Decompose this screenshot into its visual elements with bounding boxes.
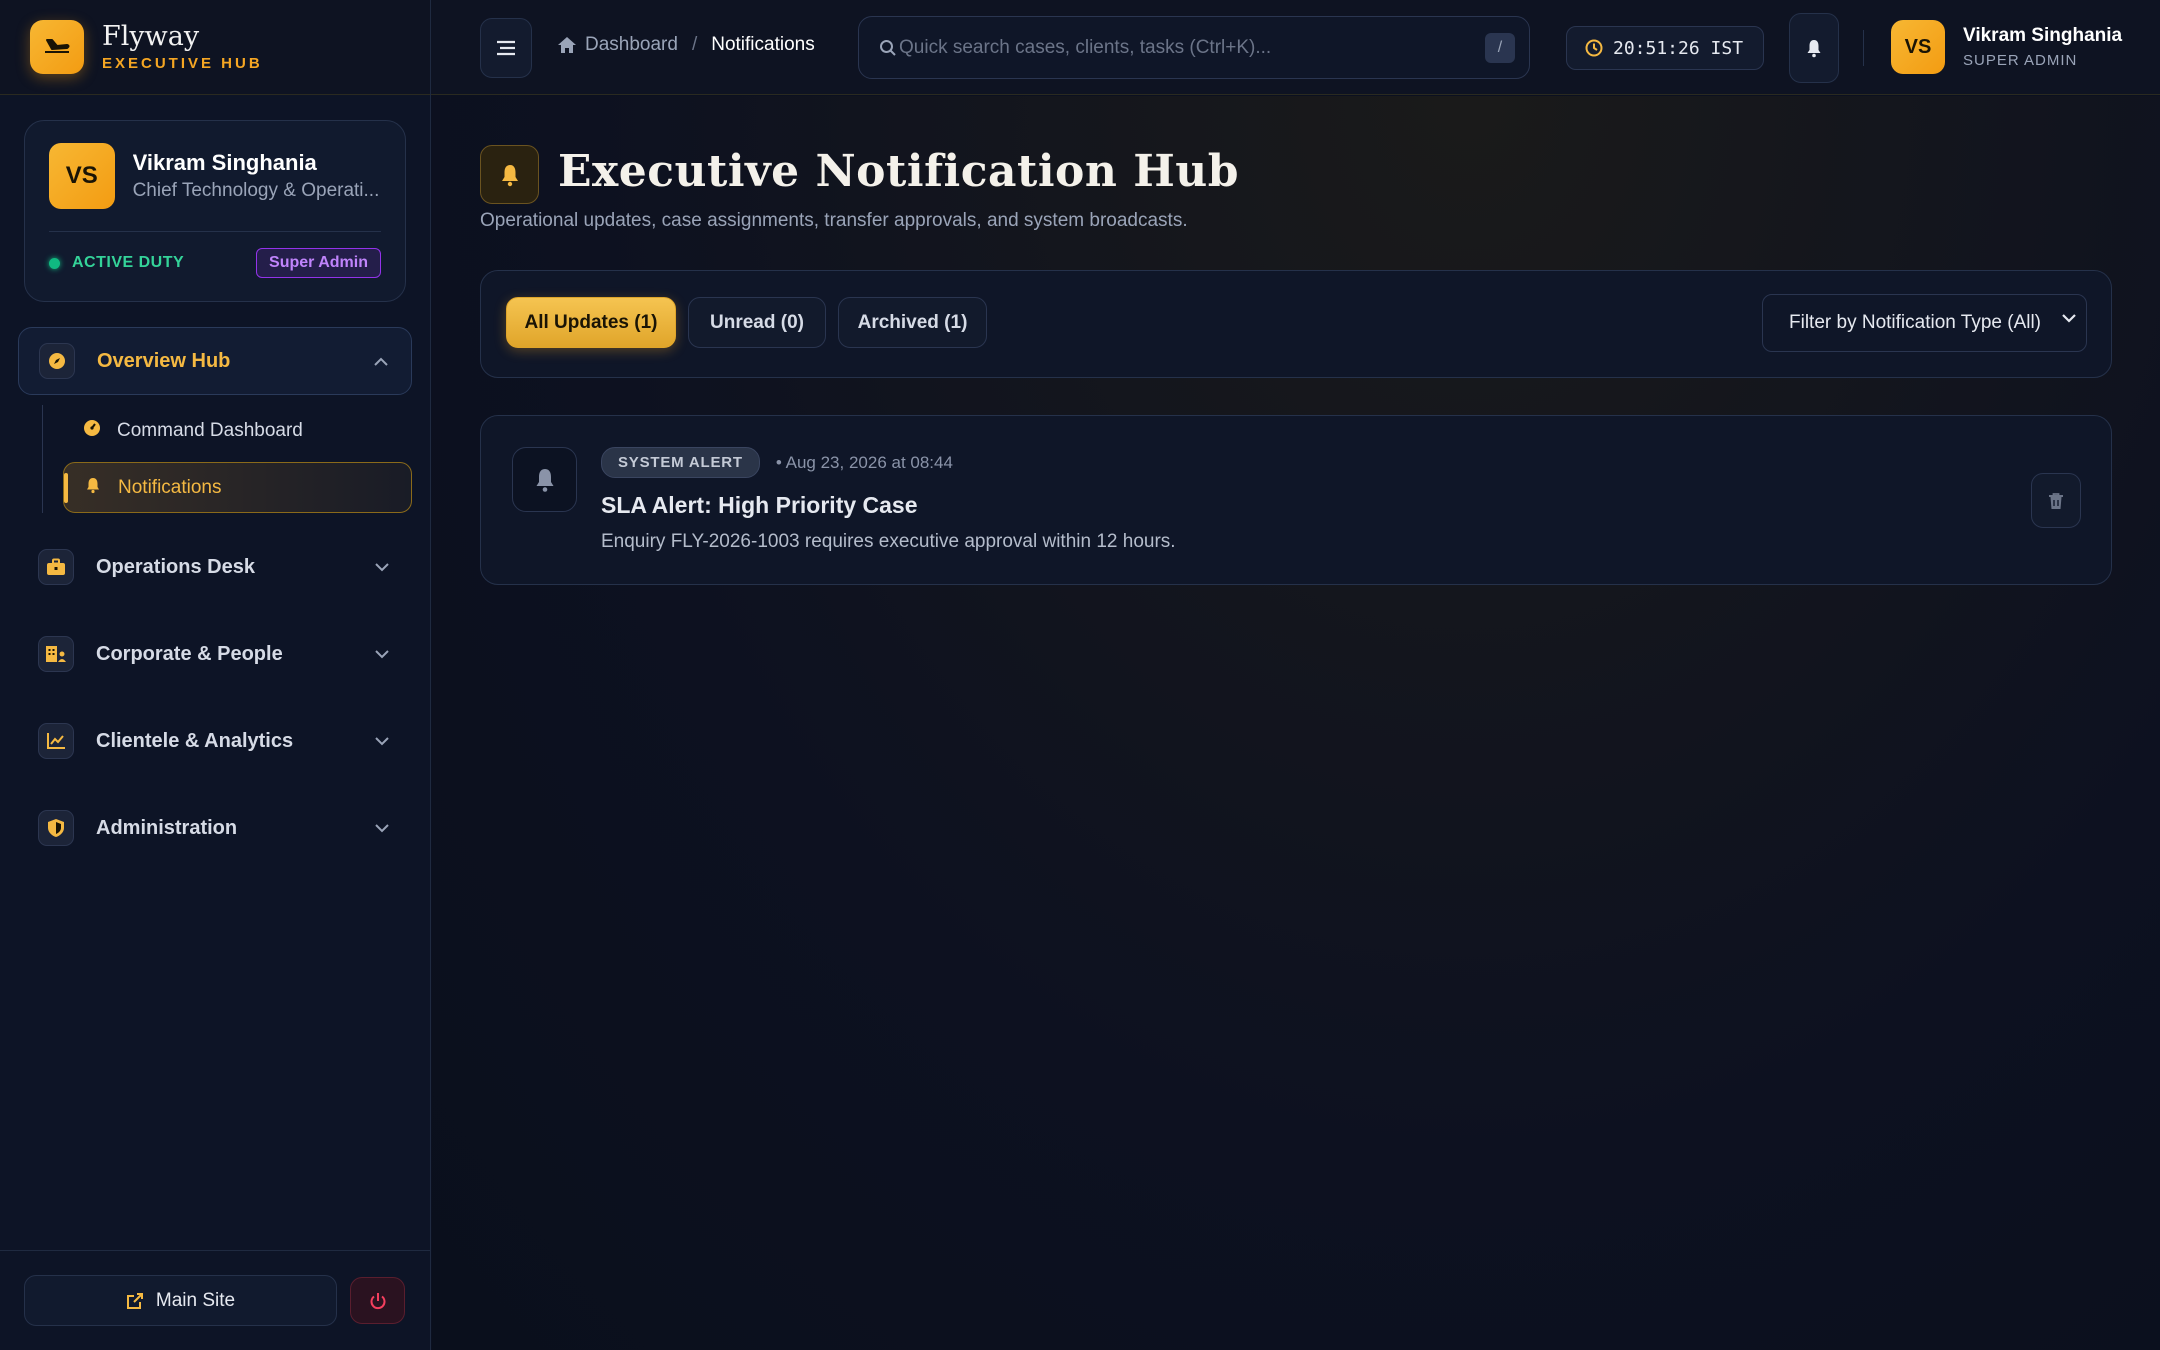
clock-icon xyxy=(1585,39,1603,57)
main-site-label: Main Site xyxy=(155,1289,236,1311)
status-dot-icon xyxy=(49,257,60,269)
breadcrumb-home[interactable]: Dashboard xyxy=(557,34,678,56)
tab-all-updates[interactable]: All Updates (1) xyxy=(506,297,676,348)
bell-icon xyxy=(512,447,577,512)
filter-bar: All Updates (1) Unread (0) Archived (1) … xyxy=(480,270,2112,378)
breadcrumb-home-label: Dashboard xyxy=(585,34,678,55)
nav-group-operations-desk[interactable]: Operations Desk xyxy=(18,533,412,601)
brand-name: Flyway xyxy=(102,20,200,52)
chevron-down-icon xyxy=(372,818,392,838)
clock: 20:51:26 IST xyxy=(1566,26,1764,70)
page-title: Executive Notification Hub xyxy=(558,146,1240,197)
notification-type-badge: SYSTEM ALERT xyxy=(601,447,760,478)
sidebar-item-label: Notifications xyxy=(118,476,222,498)
notification-body: Enquiry FLY-2026-1003 requires executive… xyxy=(601,531,1176,552)
chevron-down-icon xyxy=(372,644,392,664)
nav-group-overview-hub[interactable]: Overview Hub xyxy=(18,327,412,395)
nav-group-corporate-people[interactable]: Corporate & People xyxy=(18,620,412,688)
notification-type-select[interactable]: Filter by Notification Type (All) xyxy=(1762,294,2087,352)
notification-type-value: Filter by Notification Type (All) xyxy=(1789,312,2042,333)
avatar: VS xyxy=(49,143,115,209)
breadcrumb: Dashboard / Notifications xyxy=(557,34,815,56)
profile-card: VS Vikram Singhania Chief Technology & O… xyxy=(24,120,406,302)
divider xyxy=(1863,30,1864,66)
avatar: VS xyxy=(1891,20,1945,74)
nav-group-label: Administration xyxy=(96,816,238,839)
bell-icon xyxy=(480,145,539,204)
home-icon xyxy=(558,37,576,53)
nav-group-label: Operations Desk xyxy=(96,555,255,578)
nav-group-label: Overview Hub xyxy=(97,349,231,372)
sidebar-item-label: Command Dashboard xyxy=(117,419,303,441)
notification-title: SLA Alert: High Priority Case xyxy=(601,492,918,518)
line-chart-icon xyxy=(38,723,74,759)
sidebar-item-command-dashboard[interactable]: Command Dashboard xyxy=(63,405,412,456)
hamburger-icon xyxy=(497,40,515,56)
role-badge: Super Admin xyxy=(256,248,381,278)
clock-time: 20:51:26 IST xyxy=(1613,37,1744,59)
breadcrumb-separator: / xyxy=(691,34,698,55)
duty-status-label: ACTIVE DUTY xyxy=(72,254,185,271)
page-subtitle: Operational updates, case assignments, t… xyxy=(480,210,1188,231)
tab-unread[interactable]: Unread (0) xyxy=(688,297,826,348)
global-search[interactable]: / xyxy=(858,16,1530,79)
nav-group-label: Clientele & Analytics xyxy=(96,729,294,752)
notification-item[interactable]: SYSTEM ALERT • Aug 23, 2026 at 08:44 SLA… xyxy=(480,415,2112,585)
user-menu[interactable]: VS Vikram Singhania SUPER ADMIN xyxy=(1891,20,2122,74)
bell-icon xyxy=(84,476,102,499)
nav-group-clientele-analytics[interactable]: Clientele & Analytics xyxy=(18,707,412,775)
overview-subnav: Command Dashboard Notifications xyxy=(42,405,412,513)
sidebar-item-notifications[interactable]: Notifications xyxy=(63,462,412,513)
shield-icon xyxy=(38,810,74,846)
external-link-icon xyxy=(126,1292,143,1309)
search-shortcut-key: / xyxy=(1485,32,1515,63)
menu-toggle-button[interactable] xyxy=(480,18,532,78)
briefcase-icon xyxy=(38,549,74,585)
sidebar-footer: Main Site xyxy=(0,1250,431,1350)
sidebar: Flyway EXECUTIVE HUB VS Vikram Singhania… xyxy=(0,0,431,1350)
tab-archived[interactable]: Archived (1) xyxy=(838,297,987,348)
chevron-down-icon xyxy=(2062,314,2076,323)
chevron-down-icon xyxy=(372,557,392,577)
search-icon xyxy=(880,39,896,56)
compass-icon xyxy=(39,343,75,379)
bell-icon xyxy=(1807,40,1821,58)
chevron-up-icon xyxy=(371,351,391,371)
divider xyxy=(49,231,381,232)
gauge-icon xyxy=(83,419,101,442)
brand-subtitle: EXECUTIVE HUB xyxy=(102,55,263,73)
notification-timestamp: • Aug 23, 2026 at 08:44 xyxy=(775,452,953,472)
logout-button[interactable] xyxy=(350,1277,405,1324)
nav-group-administration[interactable]: Administration xyxy=(18,794,412,862)
user-role: SUPER ADMIN xyxy=(1963,52,2078,69)
notifications-button[interactable] xyxy=(1789,13,1839,83)
profile-name: Vikram Singhania xyxy=(132,150,317,175)
building-people-icon xyxy=(38,636,74,672)
main-content: Executive Notification Hub Operational u… xyxy=(432,96,2160,1350)
brand[interactable]: Flyway EXECUTIVE HUB xyxy=(0,0,430,95)
duty-status: ACTIVE DUTY xyxy=(49,254,184,272)
nav-group-label: Corporate & People xyxy=(96,642,283,665)
sidebar-nav: Overview Hub Command Dashboard Notificat… xyxy=(18,327,412,881)
main-site-button[interactable]: Main Site xyxy=(24,1275,337,1326)
trash-icon xyxy=(2049,492,2063,509)
search-input[interactable] xyxy=(899,36,1485,59)
breadcrumb-current: Notifications xyxy=(711,34,815,55)
chevron-down-icon xyxy=(372,731,392,751)
power-icon xyxy=(370,1292,385,1309)
topbar: Dashboard / Notifications / 20:51:26 IST… xyxy=(431,0,2160,95)
user-name: Vikram Singhania xyxy=(1963,25,2123,46)
profile-role: Chief Technology & Operati... xyxy=(132,180,380,201)
plane-logo-icon xyxy=(30,20,84,74)
delete-notification-button[interactable] xyxy=(2031,473,2081,528)
